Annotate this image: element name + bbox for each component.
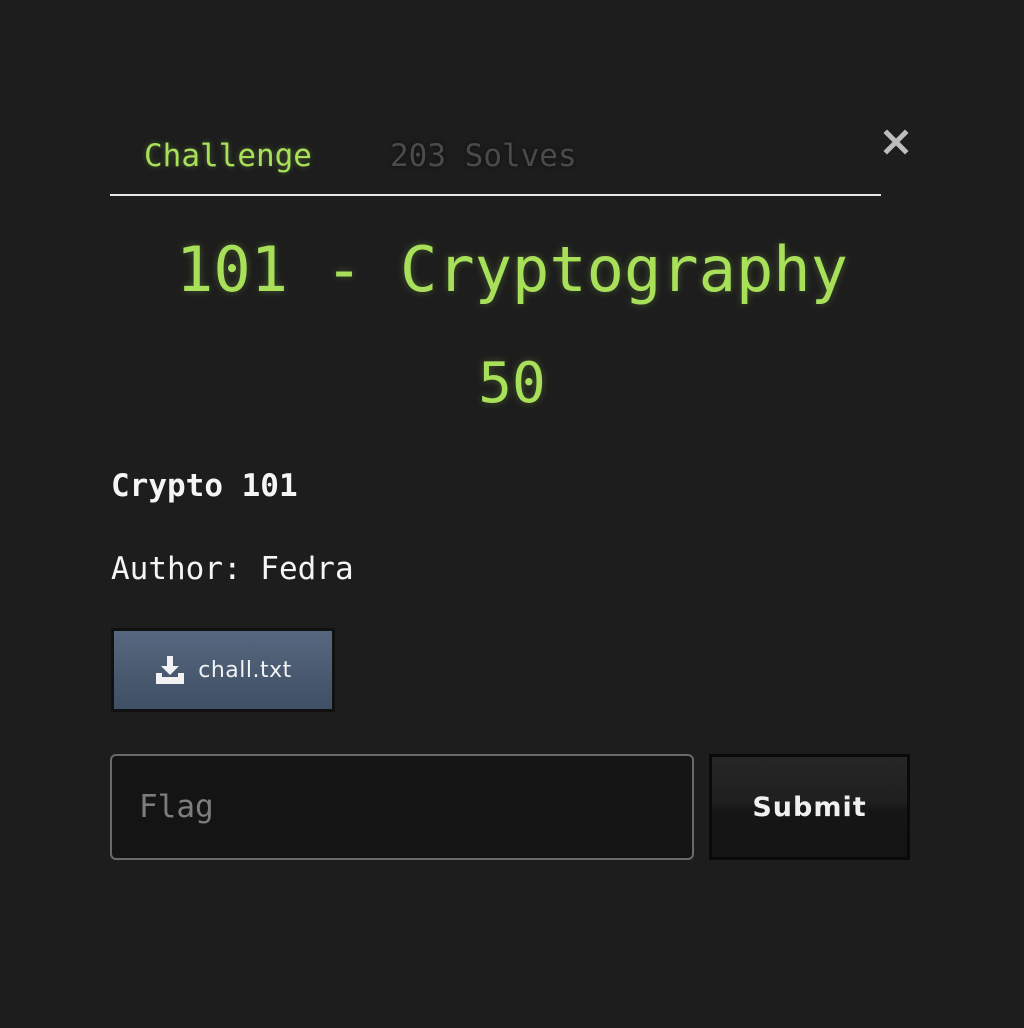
challenge-tabs: Challenge 203 Solves: [110, 130, 881, 196]
challenge-modal: Challenge 203 Solves 101 - Cryptography …: [0, 0, 1024, 1028]
challenge-title: 101 - Cryptography: [176, 233, 848, 306]
submit-button[interactable]: Submit: [709, 754, 910, 860]
tab-challenge[interactable]: Challenge: [144, 136, 312, 176]
flag-input[interactable]: [110, 754, 694, 860]
challenge-points: 50: [478, 351, 546, 416]
close-icon: [883, 129, 909, 155]
file-name: chall.txt: [198, 657, 292, 683]
description-heading: Crypto 101: [111, 468, 298, 504]
close-button[interactable]: [880, 124, 912, 160]
download-file-button[interactable]: chall.txt: [111, 628, 335, 712]
tab-solves[interactable]: 203 Solves: [390, 136, 577, 176]
download-icon: [154, 655, 186, 685]
description-author: Author: Fedra: [111, 551, 354, 587]
